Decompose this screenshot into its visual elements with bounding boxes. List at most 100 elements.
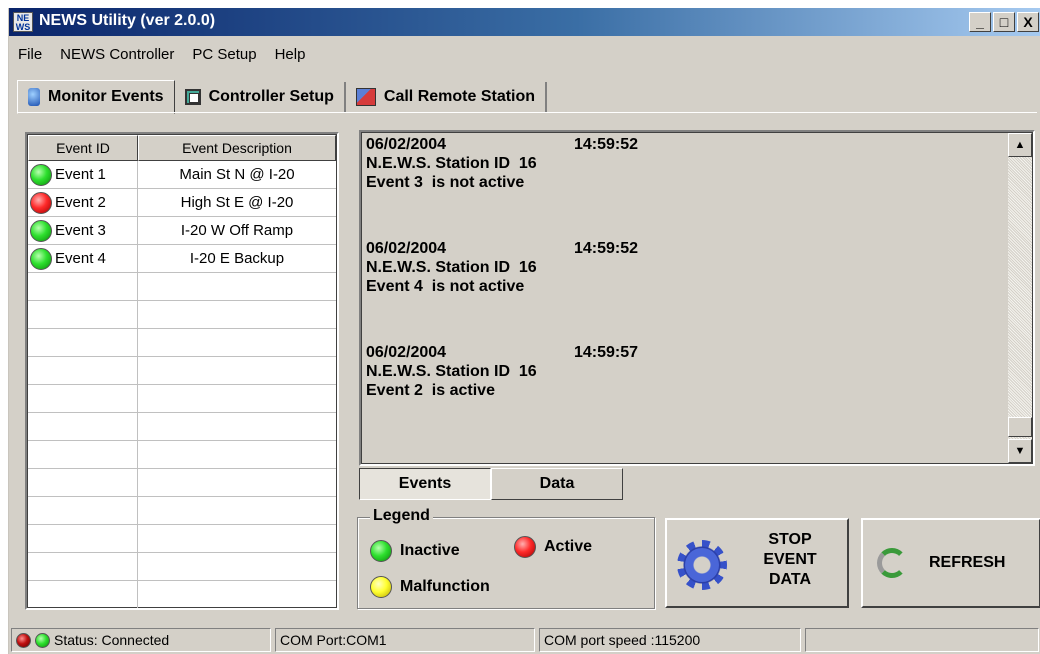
close-button[interactable]: X — [1017, 12, 1039, 32]
window-controls: _ □ X — [969, 12, 1039, 32]
empty-cell — [138, 329, 336, 356]
phone-station-icon — [355, 88, 376, 106]
event-id-cell: Event 4 — [28, 245, 138, 272]
status-panel-com-speed: COM port speed :115200 — [539, 628, 801, 652]
log-entry-station: N.E.W.S. Station ID 16 — [366, 155, 537, 172]
scroll-up-arrow-icon[interactable]: ▲ — [1008, 133, 1032, 157]
empty-cell — [28, 469, 138, 496]
menu-file[interactable]: File — [9, 44, 51, 66]
event-id-text: Event 3 — [55, 222, 106, 239]
scroll-down-arrow-icon[interactable]: ▼ — [1008, 439, 1032, 463]
log-entry: 06/02/2004 14:59:52 N.E.W.S. Station ID 16… — [366, 239, 1006, 343]
menu-news-controller[interactable]: NEWS Controller — [51, 44, 183, 66]
log-entry-message: Event 2 is active — [366, 382, 495, 399]
empty-cell — [138, 413, 336, 440]
scroll-thumb[interactable] — [1008, 417, 1032, 437]
minimize-button[interactable]: _ — [969, 12, 991, 32]
log-entry-message: Event 3 is not active — [366, 174, 525, 191]
menu-help[interactable]: Help — [266, 44, 315, 66]
event-id-cell: Event 2 — [28, 189, 138, 216]
tab-label: Call Remote Station — [383, 88, 536, 105]
table-row[interactable]: Event 4 I-20 E Backup — [28, 245, 336, 273]
red-status-led-icon — [16, 632, 31, 648]
refresh-label: REFRESH — [929, 554, 1006, 571]
menu-pc-setup[interactable]: PC Setup — [183, 44, 265, 66]
log-entry-time: 14:59:52 — [574, 136, 639, 153]
event-table[interactable]: Event ID Event Description Event 1 Main S… — [25, 132, 339, 610]
event-table-frame: Event ID Event Description Event 1 Main S… — [27, 134, 337, 608]
log-entry-date: 06/02/2004 — [366, 240, 447, 257]
table-row-empty — [28, 273, 336, 301]
log-entry-datetime: 06/02/2004 14:59:57 — [366, 343, 1006, 362]
event-log-frame: 06/02/2004 14:59:52 N.E.W.S. Station ID 16… — [361, 132, 1033, 464]
log-entry-time: 14:59:57 — [574, 344, 639, 361]
event-log-textarea[interactable]: 06/02/2004 14:59:52 N.E.W.S. Station ID 16… — [359, 130, 1035, 466]
empty-cell — [138, 497, 336, 524]
table-row-empty — [28, 441, 336, 469]
legend-inactive-label: Inactive — [400, 542, 460, 559]
main-tabs: Monitor Events Controller Setup Call Rem… — [17, 80, 548, 114]
table-row-empty — [28, 581, 336, 608]
event-log-content: 06/02/2004 14:59:52 N.E.W.S. Station ID 16… — [366, 135, 1006, 447]
empty-cell — [28, 329, 138, 356]
table-row[interactable]: Event 2 High St E @ I-20 — [28, 189, 336, 217]
status-panel-connection: Status: Connected — [11, 628, 271, 652]
column-header-event-id[interactable]: Event ID — [28, 135, 138, 161]
log-scrollbar[interactable]: ▲ ▼ — [1008, 133, 1032, 463]
empty-cell — [138, 273, 336, 300]
refresh-arrows-icon — [877, 548, 907, 578]
tab-call-remote-station[interactable]: Call Remote Station — [346, 82, 548, 112]
empty-cell — [28, 497, 138, 524]
empty-cell — [28, 441, 138, 468]
legend-inactive: Inactive — [370, 540, 460, 562]
table-row[interactable]: Event 3 I-20 W Off Ramp — [28, 217, 336, 245]
log-entry-station: N.E.W.S. Station ID 16 — [366, 259, 537, 276]
green-led-icon — [30, 219, 52, 242]
monitor-icon — [28, 88, 40, 106]
gear-icon — [677, 540, 727, 590]
app-window: NE WS NEWS Utility (ver 2.0.0) _ □ X Fil… — [8, 8, 1040, 654]
event-description-cell: High St E @ I-20 — [180, 194, 294, 211]
status-panel-empty — [805, 628, 1039, 652]
empty-cell — [28, 413, 138, 440]
empty-cell — [28, 357, 138, 384]
menu-bar: File NEWS Controller PC Setup Help — [9, 44, 314, 66]
log-entry-datetime: 06/02/2004 14:59:52 — [366, 239, 1006, 258]
table-row-empty — [28, 301, 336, 329]
legend-group: Legend Inactive Active Malfunction — [357, 507, 655, 609]
tab-monitor-events[interactable]: Monitor Events — [17, 80, 175, 114]
stop-event-data-button[interactable]: STOP EVENT DATA — [665, 518, 849, 608]
empty-cell — [138, 441, 336, 468]
log-entry-message: Event 4 is not active — [366, 278, 525, 295]
table-row-empty — [28, 413, 336, 441]
green-status-led-icon — [35, 632, 50, 648]
empty-cell — [138, 525, 336, 552]
red-led-icon — [30, 191, 52, 214]
tab-events[interactable]: Events — [359, 468, 491, 500]
table-row-empty — [28, 553, 336, 581]
tab-controller-setup[interactable]: Controller Setup — [175, 82, 346, 112]
legend-active-label: Active — [544, 538, 593, 555]
table-row-empty — [28, 329, 336, 357]
empty-cell — [28, 273, 138, 300]
empty-cell — [28, 385, 138, 412]
log-entry-datetime: 06/02/2004 14:59:52 — [366, 135, 1006, 154]
empty-cell — [28, 581, 138, 608]
tab-data[interactable]: Data — [491, 468, 623, 500]
empty-cell — [138, 301, 336, 328]
column-header-event-description[interactable]: Event Description — [138, 135, 336, 161]
log-entry-time: 14:59:52 — [574, 240, 639, 257]
status-bar: Status: Connected COM Port:COM1 COM port… — [9, 626, 1040, 654]
empty-cell — [28, 525, 138, 552]
title-bar[interactable]: NE WS NEWS Utility (ver 2.0.0) _ □ X — [9, 8, 1040, 36]
maximize-button[interactable]: □ — [993, 12, 1015, 32]
refresh-button[interactable]: REFRESH — [861, 518, 1040, 608]
red-led-icon — [514, 536, 536, 558]
empty-cell — [28, 553, 138, 580]
event-table-header: Event ID Event Description — [28, 135, 336, 161]
event-table-body: Event 1 Main St N @ I-20 Event 2 High St E … — [28, 161, 336, 608]
stop-event-data-label: STOP EVENT DATA — [763, 531, 817, 588]
app-icon-text-bottom: WS — [15, 22, 31, 32]
table-row[interactable]: Event 1 Main St N @ I-20 — [28, 161, 336, 189]
green-led-icon — [370, 540, 392, 562]
